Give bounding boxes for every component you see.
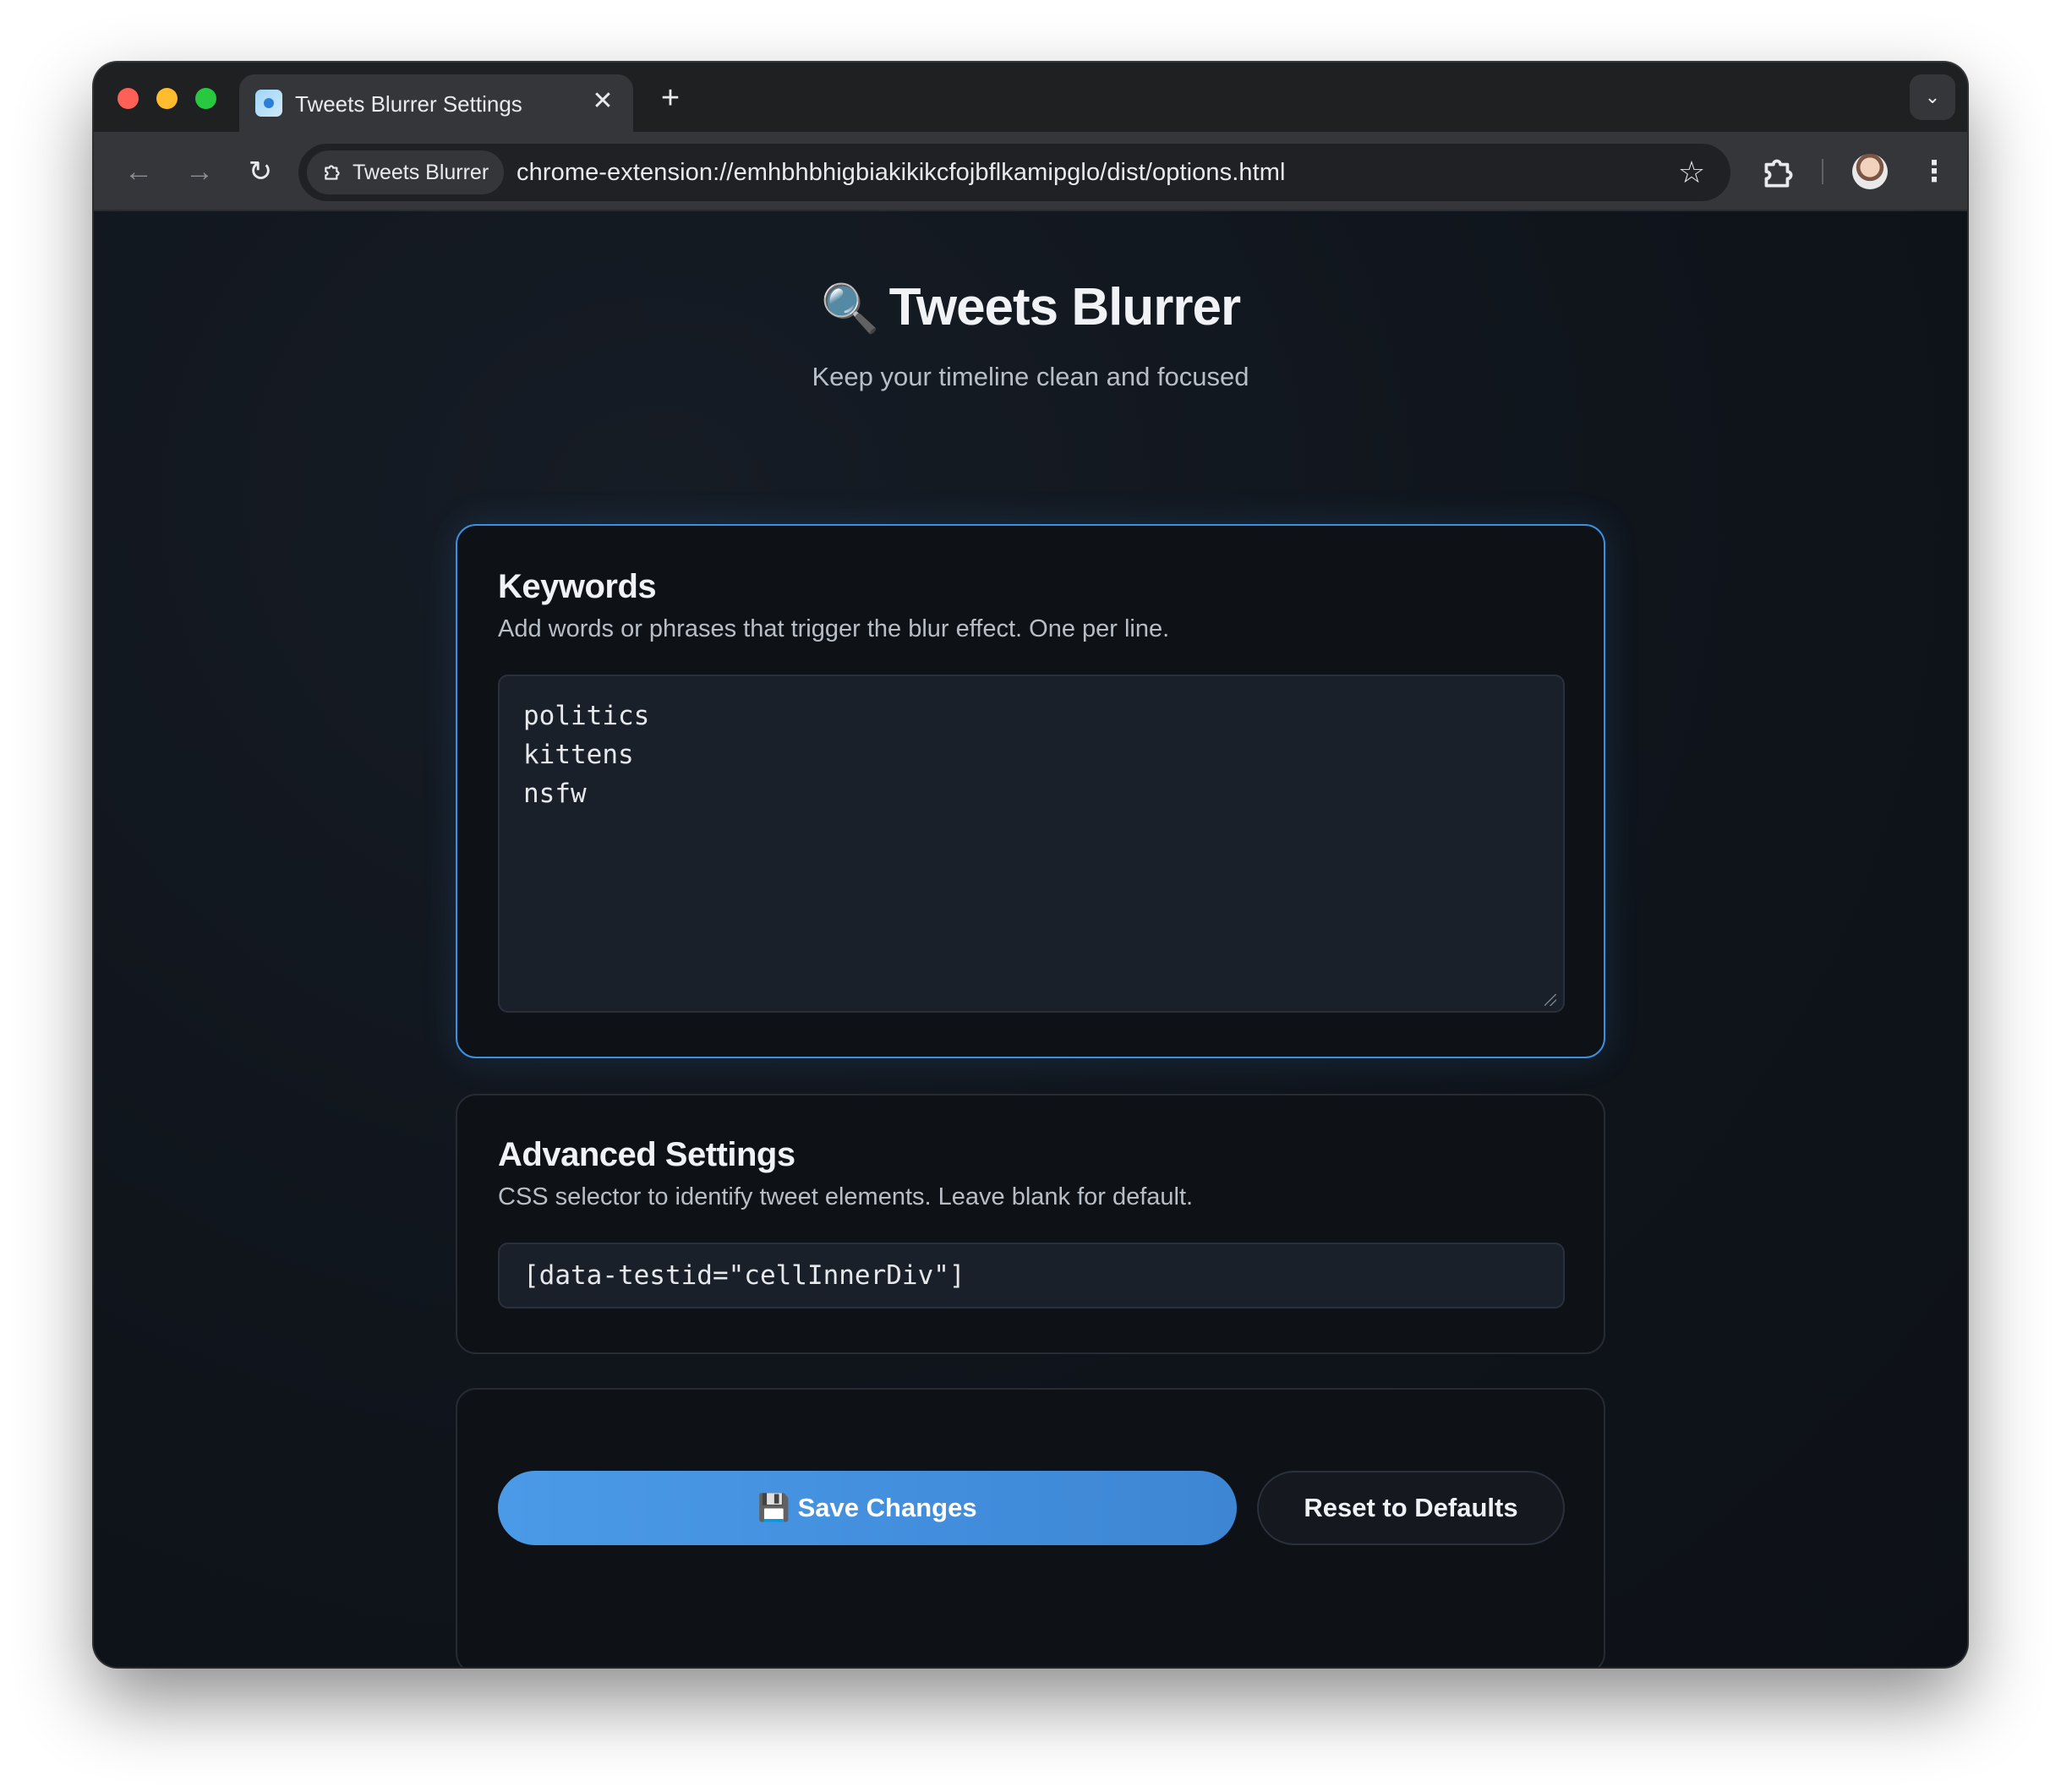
forward-arrow-icon[interactable]: → bbox=[178, 150, 221, 193]
url-text[interactable]: chrome-extension://emhbhbhigbiakikikcfoj… bbox=[517, 159, 1286, 187]
keywords-title: Keywords bbox=[498, 568, 657, 605]
reload-icon[interactable]: ↻ bbox=[239, 150, 282, 193]
css-selector-input[interactable]: [data-testid="cellInnerDiv"] bbox=[498, 1243, 1565, 1308]
page-title: 🔍 Tweets Blurrer bbox=[94, 277, 1967, 337]
browser-window: Tweets Blurrer Settings ✕ + ⌄ ← → ↻ Twee… bbox=[94, 63, 1967, 1667]
advanced-settings-description: CSS selector to identify tweet elements.… bbox=[498, 1183, 1194, 1210]
advanced-settings-card: Advanced Settings CSS selector to identi… bbox=[456, 1094, 1605, 1354]
keywords-description: Add words or phrases that trigger the bl… bbox=[498, 615, 1170, 642]
actions-card: 💾 Save Changes Reset to Defaults bbox=[456, 1388, 1605, 1667]
extension-favicon-icon bbox=[255, 90, 282, 117]
site-info-chip[interactable]: Tweets Blurrer bbox=[307, 150, 505, 194]
close-window-button[interactable] bbox=[118, 88, 139, 109]
kebab-menu-icon[interactable]: ⋮ bbox=[1920, 150, 1949, 193]
new-tab-button[interactable]: + bbox=[652, 79, 689, 117]
minimize-window-button[interactable] bbox=[156, 88, 178, 109]
options-page: 🔍 Tweets Blurrer Keep your timeline clean… bbox=[94, 211, 1967, 1667]
tab-search-chevron-icon[interactable]: ⌄ bbox=[1910, 74, 1955, 120]
address-bar[interactable]: Tweets Blurrer chrome-extension://emhbhb… bbox=[298, 144, 1730, 201]
site-chip-label: Tweets Blurrer bbox=[353, 161, 489, 184]
save-changes-button[interactable]: 💾 Save Changes bbox=[498, 1471, 1237, 1545]
magnifier-icon: 🔍 bbox=[820, 281, 880, 335]
page-title-text: Tweets Blurrer bbox=[888, 278, 1242, 336]
toolbar-divider bbox=[1822, 159, 1823, 184]
tab-title: Tweets Blurrer Settings bbox=[295, 91, 522, 117]
tab-strip: Tweets Blurrer Settings ✕ + ⌄ bbox=[94, 63, 1967, 132]
tab-close-icon[interactable]: ✕ bbox=[588, 86, 618, 117]
maximize-window-button[interactable] bbox=[195, 88, 216, 109]
profile-avatar[interactable] bbox=[1852, 154, 1888, 189]
reset-to-defaults-button[interactable]: Reset to Defaults bbox=[1257, 1471, 1565, 1545]
keywords-card: Keywords Add words or phrases that trigg… bbox=[456, 524, 1605, 1058]
resize-handle-icon[interactable] bbox=[1544, 994, 1556, 1006]
tab-tweets-blurrer-settings[interactable]: Tweets Blurrer Settings ✕ bbox=[239, 74, 633, 132]
extensions-puzzle-icon[interactable] bbox=[1758, 150, 1800, 193]
keywords-textarea[interactable]: politics kittens nsfw bbox=[498, 675, 1565, 1013]
advanced-settings-title: Advanced Settings bbox=[498, 1136, 795, 1173]
bookmark-star-icon[interactable]: ☆ bbox=[1673, 154, 1710, 191]
page-subtitle: Keep your timeline clean and focused bbox=[812, 362, 1249, 391]
browser-toolbar: ← → ↻ Tweets Blurrer chrome-extension://… bbox=[94, 132, 1967, 211]
back-arrow-icon[interactable]: ← bbox=[118, 150, 160, 193]
puzzle-piece-icon bbox=[325, 165, 340, 180]
